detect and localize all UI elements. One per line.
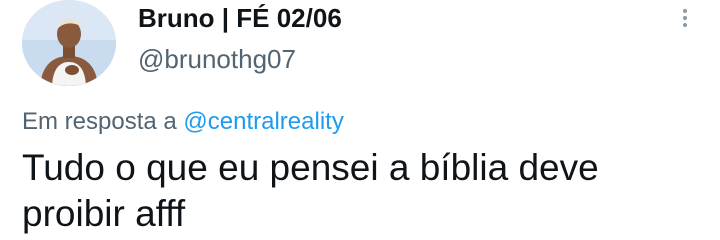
- avatar[interactable]: [22, 0, 116, 86]
- author-handle[interactable]: @brunothg07: [138, 44, 296, 74]
- dot: [683, 16, 687, 20]
- tweet-text: Tudo o que eu pensei a bíblia deve proib…: [22, 147, 599, 234]
- avatar-image: [22, 0, 116, 86]
- tweet-card[interactable]: Bruno | FÉ 02/06 @brunothg07 Em resposta…: [0, 0, 720, 240]
- reply-prefix: Em resposta a: [22, 108, 177, 135]
- author-display-name[interactable]: Bruno | FÉ 02/06: [138, 3, 342, 33]
- reply-context: Em resposta a @centralreality: [22, 108, 344, 136]
- reply-mention-link[interactable]: @centralreality: [183, 108, 343, 135]
- dot: [683, 23, 687, 27]
- more-options-icon[interactable]: [674, 6, 696, 36]
- dot: [683, 9, 687, 13]
